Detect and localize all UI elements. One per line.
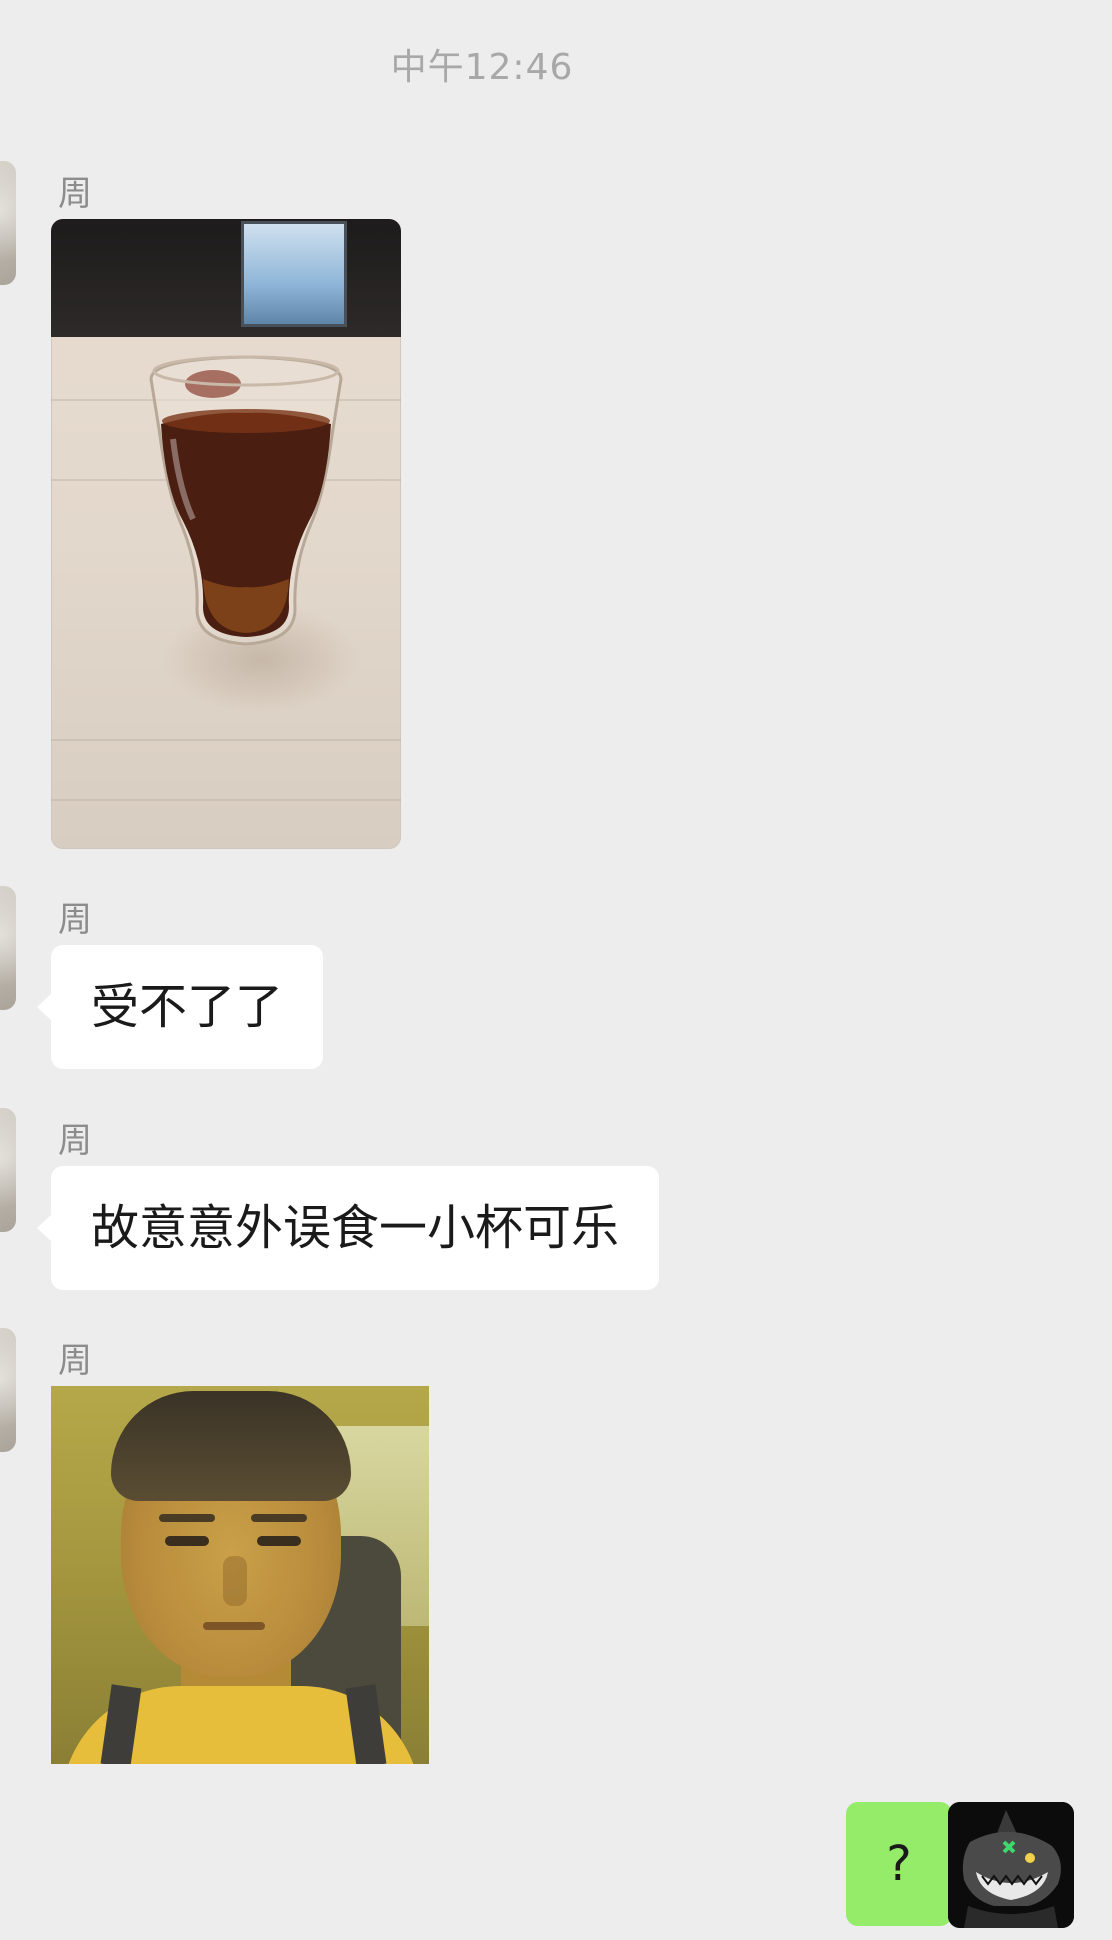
sender-name: 周 (58, 900, 92, 940)
sender-name: 周 (58, 174, 92, 214)
photo-eye (165, 1536, 209, 1546)
contact-avatar[interactable] (0, 161, 16, 285)
selfie-photo[interactable] (51, 1386, 429, 1764)
sender-name: 周 (58, 1341, 92, 1381)
photo-background-dark (51, 219, 401, 337)
photo-mouth (203, 1622, 265, 1630)
photo-monitor-screen (241, 221, 347, 327)
contact-avatar[interactable] (0, 1108, 16, 1232)
photo-table-texture (51, 739, 401, 741)
self-avatar[interactable] (948, 1802, 1074, 1928)
cola-glass-illustration (149, 355, 343, 646)
contact-avatar[interactable] (0, 1328, 16, 1452)
cola-glass-photo[interactable] (51, 219, 401, 849)
outgoing-message-bubble[interactable]: ? (846, 1802, 966, 1926)
photo-eyebrow (251, 1514, 307, 1522)
photo-table-texture (51, 799, 401, 801)
shark-character-icon (948, 1802, 1074, 1928)
sender-name: 周 (58, 1121, 92, 1161)
photo-eyebrow (159, 1514, 215, 1522)
photo-eye (257, 1536, 301, 1546)
contact-avatar[interactable] (0, 886, 16, 1010)
photo-hair (111, 1391, 351, 1501)
message-bubble[interactable]: 受不了了 (36, 945, 324, 1069)
message-timestamp: 中午12:46 (390, 47, 574, 88)
photo-nose (223, 1556, 247, 1606)
message-bubble[interactable]: 故意意外误食一小杯可乐 (36, 1166, 660, 1290)
